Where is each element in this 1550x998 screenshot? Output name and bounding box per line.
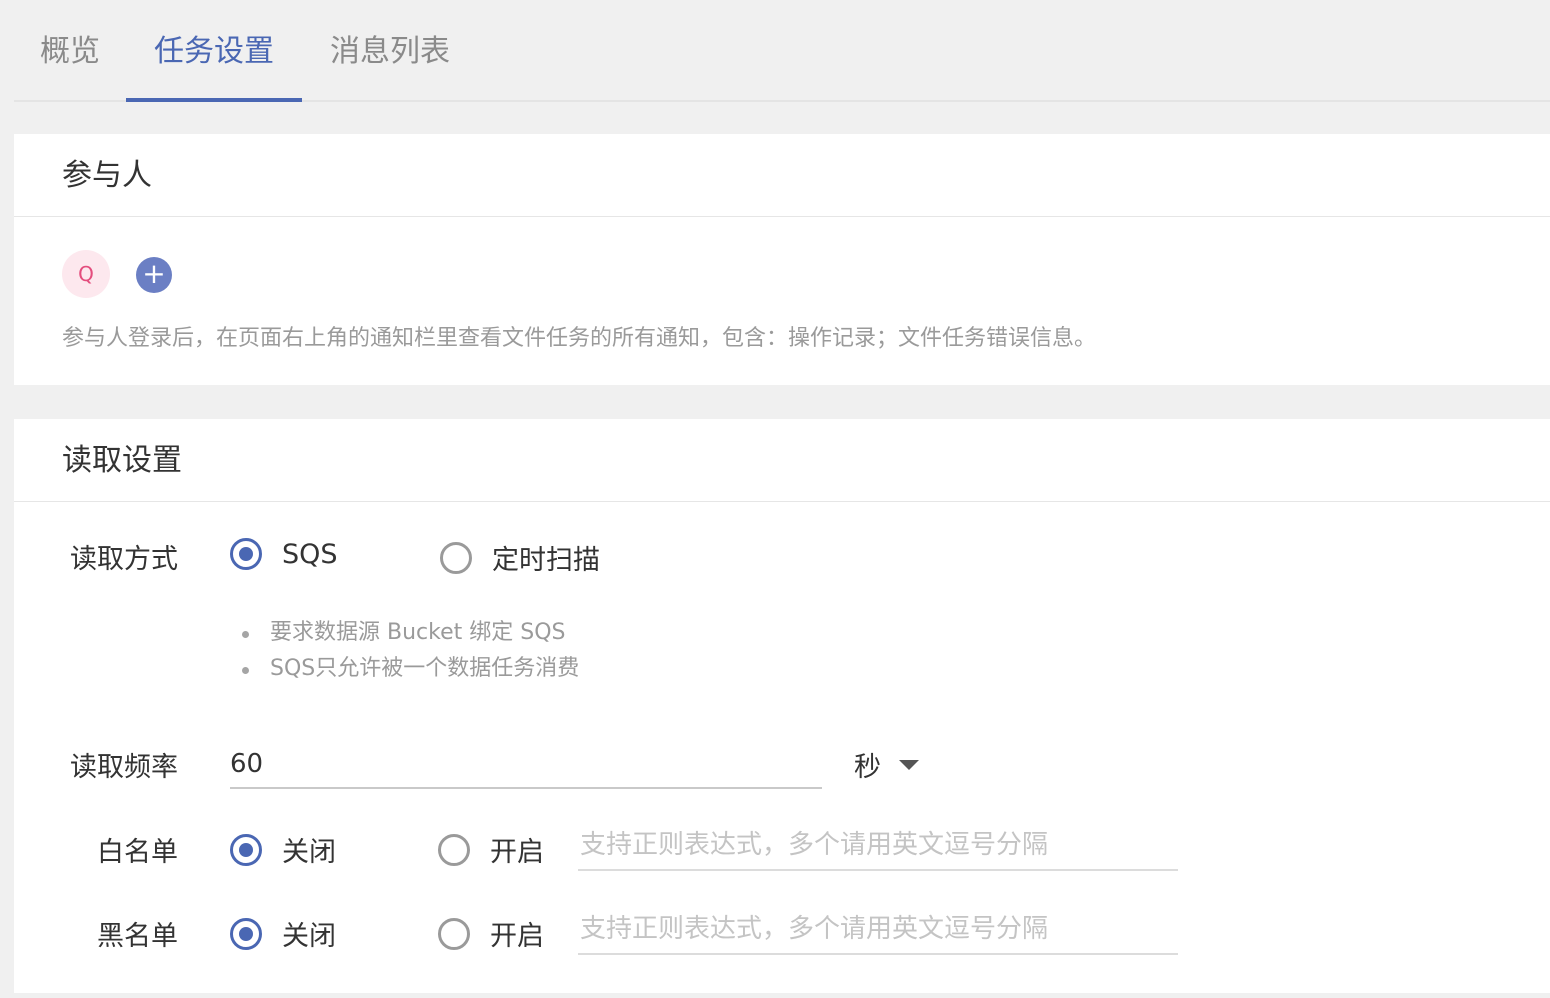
tab-task-settings[interactable]: 任务设置: [126, 0, 302, 102]
read-mode-sqs-radio[interactable]: SQS: [230, 538, 338, 570]
page: 概览 任务设置 消息列表 参与人 Q + 参与人登录后，在页面右上角的通知栏里查…: [0, 0, 1550, 998]
read-mode-scan-radio[interactable]: 定时扫描: [440, 538, 600, 577]
tab-message-list[interactable]: 消息列表: [302, 0, 478, 102]
whitelist-on-radio[interactable]: 开启: [438, 830, 544, 869]
participants-card: 参与人 Q + 参与人登录后，在页面右上角的通知栏里查看文件任务的所有通知，包含…: [14, 134, 1550, 385]
radio-unchecked-icon: [438, 833, 470, 866]
blacklist-on-radio[interactable]: 开启: [438, 914, 544, 953]
read-mode-scan-label: 定时扫描: [492, 545, 600, 576]
participants-title: 参与人: [14, 134, 1550, 217]
whitelist-pattern-input[interactable]: [578, 821, 1178, 871]
radio-checked-icon: [230, 833, 262, 866]
blacklist-on-label: 开启: [490, 921, 544, 952]
frequency-unit-select[interactable]: 秒: [854, 745, 919, 784]
avatar[interactable]: Q: [62, 250, 110, 298]
whitelist-label: 白名单: [97, 837, 178, 868]
tab-overview[interactable]: 概览: [14, 0, 126, 102]
whitelist-off-radio[interactable]: 关闭: [230, 830, 336, 869]
caret-down-icon: [899, 759, 919, 770]
whitelist-off-label: 关闭: [282, 837, 336, 868]
frequency-unit-value: 秒: [854, 752, 881, 783]
radio-unchecked-icon: [438, 917, 470, 950]
list-item: SQS只允许被一个数据任务消费: [238, 651, 579, 687]
participants-hint: 参与人登录后，在页面右上角的通知栏里查看文件任务的所有通知，包含：操作记录；文件…: [62, 326, 1097, 351]
frequency-label: 读取频率: [70, 752, 178, 783]
radio-unchecked-icon: [440, 541, 472, 574]
read-mode-notes: 要求数据源 Bucket 绑定 SQS SQS只允许被一个数据任务消费: [238, 615, 579, 687]
add-participant-button[interactable]: +: [136, 257, 172, 293]
read-settings-card: 读取设置 读取方式 SQS 定时扫描 要求数据源 Bucket 绑定 SQS S…: [14, 419, 1550, 993]
read-settings-title: 读取设置: [14, 419, 1550, 502]
tab-bar: 概览 任务设置 消息列表: [14, 0, 1550, 102]
blacklist-off-radio[interactable]: 关闭: [230, 914, 336, 953]
blacklist-pattern-input[interactable]: [578, 905, 1178, 955]
list-item: 要求数据源 Bucket 绑定 SQS: [238, 615, 579, 651]
blacklist-label: 黑名单: [97, 921, 178, 952]
read-mode-label: 读取方式: [70, 544, 178, 575]
read-mode-sqs-label: SQS: [282, 538, 338, 570]
radio-checked-icon: [230, 538, 262, 570]
active-tab-indicator: [126, 98, 302, 102]
radio-checked-icon: [230, 917, 262, 950]
whitelist-on-label: 开启: [490, 837, 544, 868]
blacklist-off-label: 关闭: [282, 921, 336, 952]
frequency-input[interactable]: [230, 741, 822, 789]
